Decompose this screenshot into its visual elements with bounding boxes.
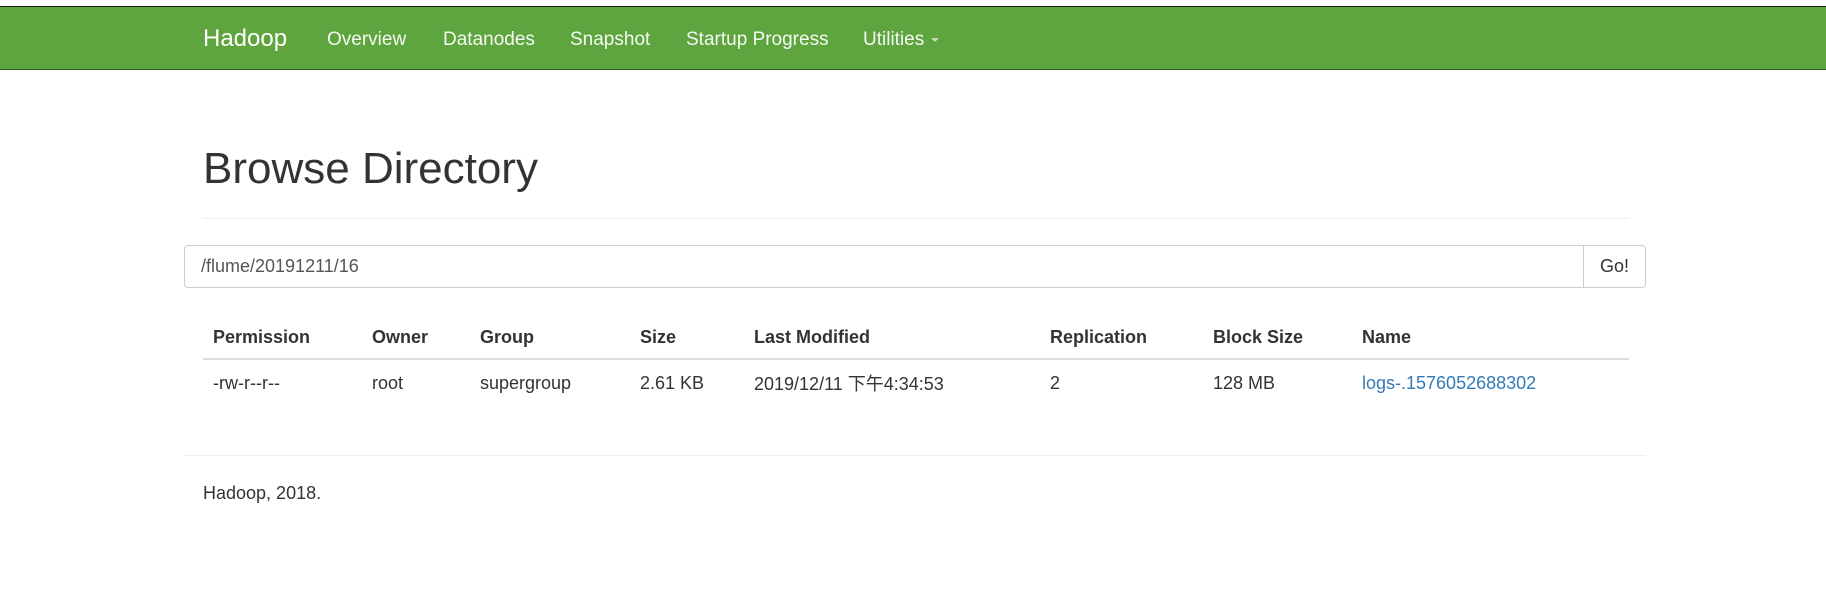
column-header-owner[interactable]: Owner [362,316,470,360]
footer-divider [184,455,1646,456]
cell-group: supergroup [480,372,572,393]
page-title: Browse Directory [203,144,538,193]
column-header-size[interactable]: Size [630,316,744,360]
cell-block-size: 128 MB [1213,372,1276,393]
column-header-replication[interactable]: Replication [1040,316,1203,360]
directory-path-input[interactable] [184,245,1584,288]
cell-size: 2.61 KB [640,372,705,393]
column-header-name[interactable]: Name [1352,316,1629,360]
cell-replication: 2 [1050,372,1061,393]
title-divider [203,218,1629,219]
nav-startup-progress[interactable]: Startup Progress [686,29,829,51]
column-header-group[interactable]: Group [470,316,630,360]
cell-last-modified: 2019/12/11 下午4:34:53 [754,374,944,394]
nav-snapshot[interactable]: Snapshot [570,29,650,51]
nav-overview[interactable]: Overview [327,29,406,51]
column-header-block-size[interactable]: Block Size [1203,316,1352,360]
column-header-last-modified[interactable]: Last Modified [744,316,1040,360]
nav-utilities-dropdown[interactable]: Utilities [863,29,940,51]
nav-utilities-label: Utilities [863,29,925,50]
footer-text: Hadoop, 2018. [203,483,322,503]
file-table: Permission Owner Group Size Last Modifie… [203,316,1629,406]
table-row: -rw-r--r-- root supergroup 2.61 KB 2019/… [203,359,1629,406]
table-header-row: Permission Owner Group Size Last Modifie… [203,316,1629,360]
go-button[interactable]: Go! [1583,245,1646,288]
nav-datanodes[interactable]: Datanodes [443,29,535,51]
cell-permission: -rw-r--r-- [213,372,280,393]
cell-owner: root [372,372,404,393]
top-navbar: Hadoop Overview Datanodes Snapshot Start… [0,6,1826,70]
file-name-link[interactable]: logs-.1576052688302 [1362,373,1536,393]
path-input-group: Go! [184,245,1646,288]
cell-name: logs-.1576052688302 [1352,359,1629,406]
column-header-permission[interactable]: Permission [203,316,362,360]
brand-link[interactable]: Hadoop [203,25,287,53]
chevron-down-icon [931,37,940,42]
